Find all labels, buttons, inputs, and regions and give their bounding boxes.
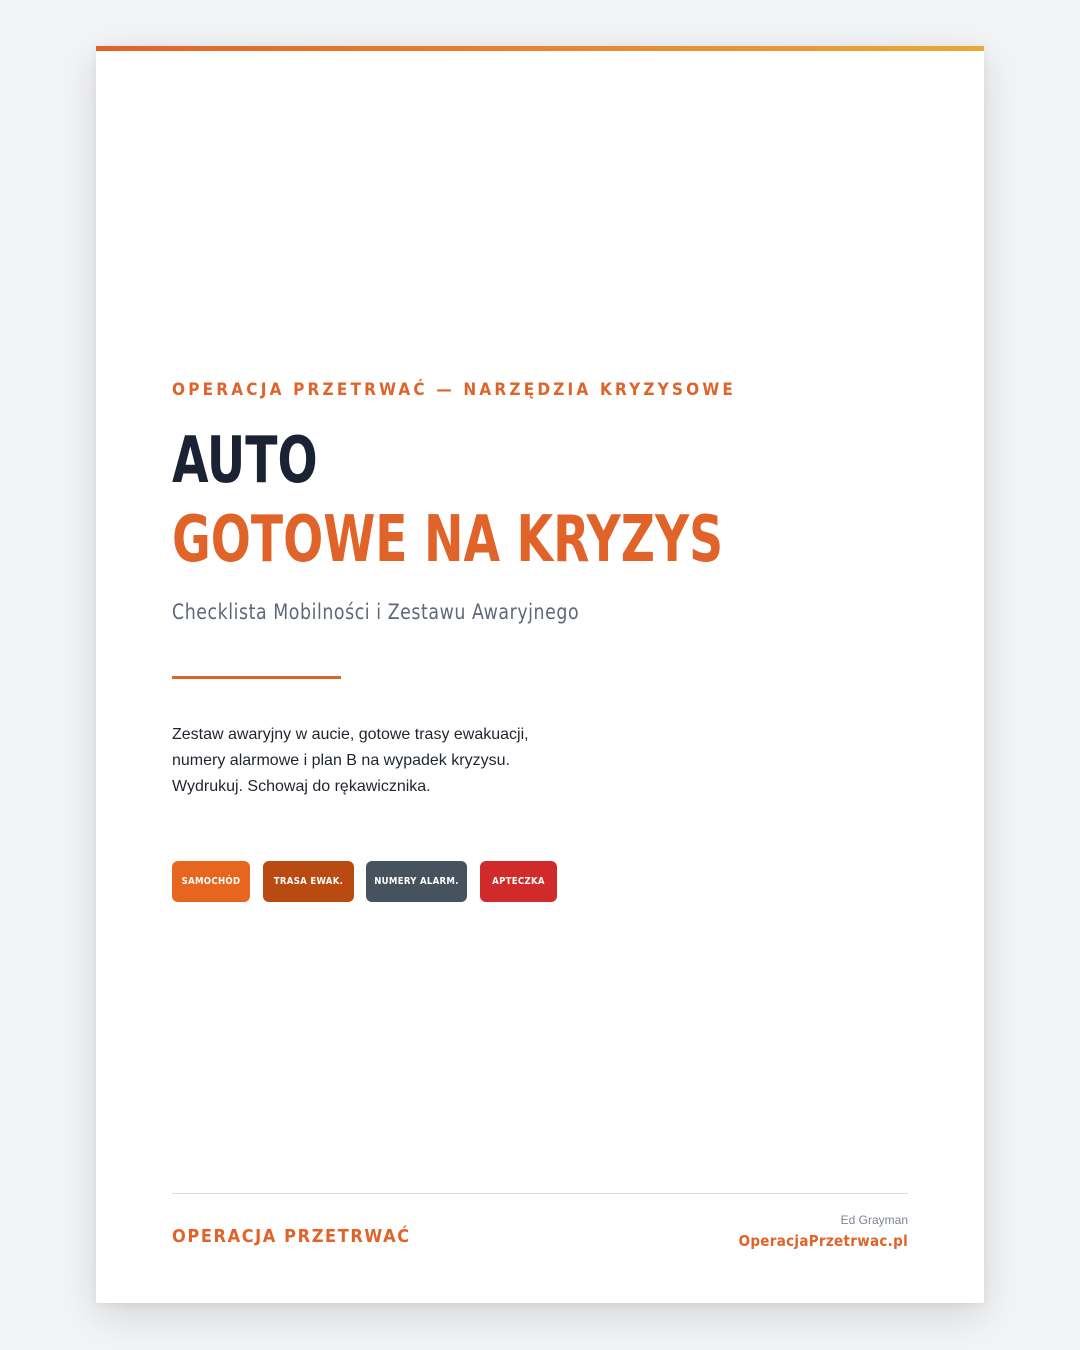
tag-apteczka[interactable]: APTECZKA	[480, 861, 557, 902]
tag-numery-alarm[interactable]: NUMERY ALARM.	[366, 861, 467, 902]
footer-brand: OPERACJA PRZETRWAĆ	[172, 1226, 411, 1247]
footer-divider	[172, 1193, 908, 1194]
footer-author: Ed Grayman	[840, 1213, 908, 1227]
title-line-2: GOTOWE NA KRYZYS	[172, 503, 724, 577]
description-line: numery alarmowe i plan B na wypadek kryz…	[172, 752, 510, 769]
top-accent-bar	[96, 46, 984, 51]
document-page: OPERACJA PRZETRWAĆ — NARZĘDZIA KRYZYSOWE…	[96, 46, 984, 1303]
subtitle: Checklista Mobilności i Zestawu Awaryjne…	[172, 600, 580, 624]
description: Zestaw awaryjny w aucie, gotowe trasy ew…	[172, 722, 592, 800]
accent-divider	[172, 676, 341, 679]
tag-trasa-ewak[interactable]: TRASA EWAK.	[263, 861, 354, 902]
title-line-1: AUTO	[172, 424, 318, 498]
footer-website-link[interactable]: OperacjaPrzetrwac.pl	[739, 1232, 908, 1250]
description-line: Zestaw awaryjny w aucie, gotowe trasy ew…	[172, 726, 529, 743]
kicker-text: OPERACJA PRZETRWAĆ — NARZĘDZIA KRYZYSOWE	[172, 380, 737, 400]
tag-samochod[interactable]: SAMOCHÓD	[172, 861, 250, 902]
description-line: Wydrukuj. Schowaj do rękawicznika.	[172, 778, 431, 795]
